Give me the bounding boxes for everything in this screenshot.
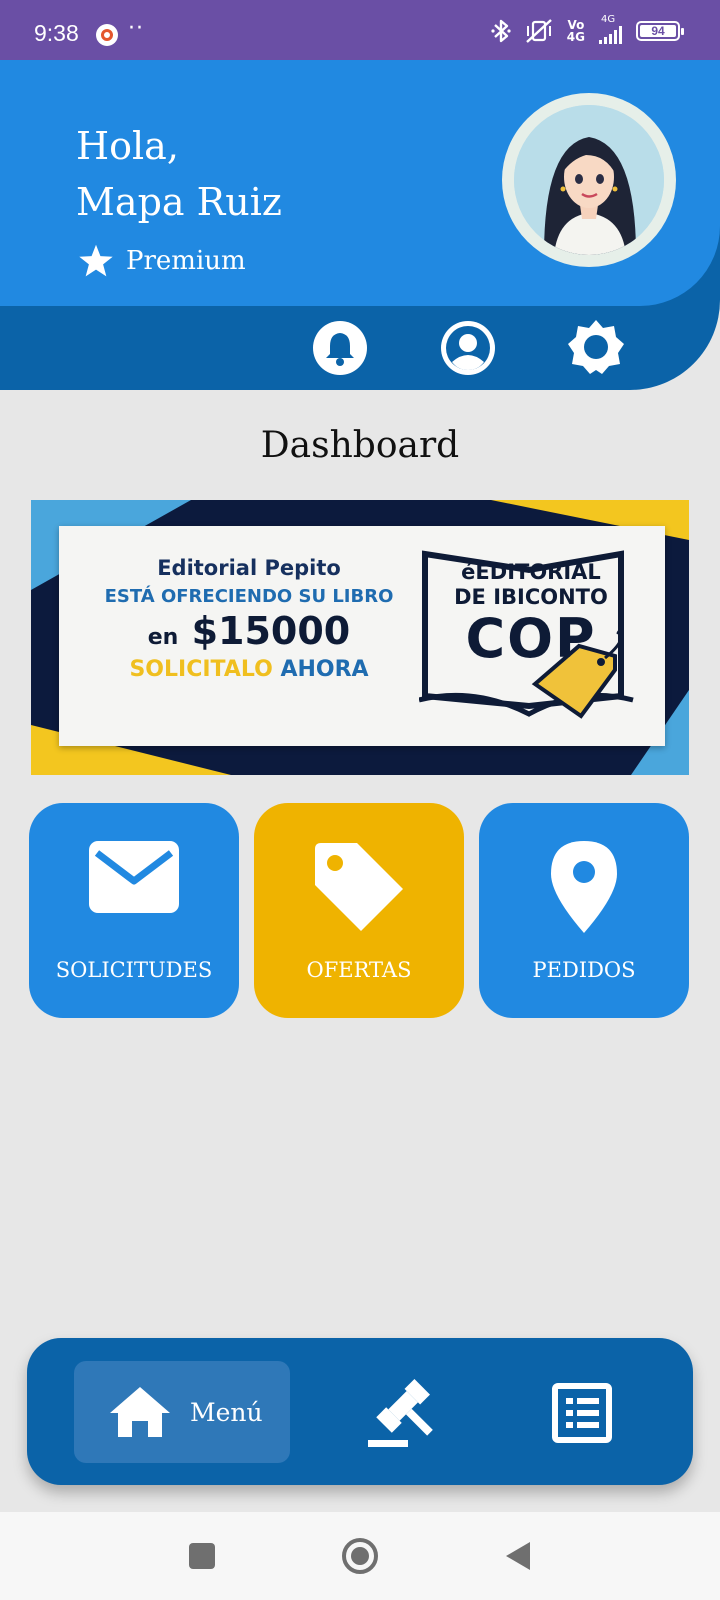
bottom-navigation: Menú bbox=[27, 1338, 693, 1485]
banner-offer: ESTÁ OFRECIENDO SU LIBRO bbox=[104, 586, 394, 607]
notification-dots: ·· bbox=[128, 16, 144, 41]
home-icon bbox=[110, 1387, 170, 1437]
banner-logo-line1: éEDITORIÁL bbox=[461, 560, 601, 584]
list-icon bbox=[552, 1383, 612, 1443]
banner-logo-line3: COP bbox=[465, 607, 597, 670]
nav-menu[interactable]: Menú bbox=[74, 1361, 290, 1463]
volte-indicator: Vo 4G bbox=[566, 18, 585, 44]
bluetooth-icon bbox=[491, 19, 511, 43]
banner-publisher: Editorial Pepito bbox=[157, 556, 341, 580]
banner-cta: SOLICITALO AHORA bbox=[129, 657, 369, 682]
profile-avatar[interactable] bbox=[502, 93, 676, 267]
avatar bbox=[514, 105, 664, 255]
user-icon bbox=[441, 321, 495, 375]
page-title: Dashboard bbox=[260, 425, 460, 466]
mute-vibrate-icon bbox=[525, 19, 552, 43]
user-name: Mapa Ruiz bbox=[76, 180, 282, 224]
status-bar: 9:38 ·· Vo 4G 4G 94 bbox=[0, 0, 720, 60]
promo-banner[interactable]: Editorial Pepito ESTÁ OFRECIENDO SU LIBR… bbox=[31, 500, 689, 775]
gavel-icon bbox=[368, 1379, 433, 1447]
premium-badge: Premium bbox=[78, 244, 246, 278]
nav-menu-label: Menú bbox=[190, 1397, 263, 1427]
tile-solicitudes[interactable]: SOLICITUDES bbox=[29, 803, 239, 1018]
banner-text: Editorial Pepito ESTÁ OFRECIENDO SU LIBR… bbox=[79, 556, 419, 682]
banner-logo: éEDITORIÁL DE IBICONTO COP bbox=[419, 546, 639, 726]
profile-button[interactable] bbox=[438, 318, 498, 378]
recent-apps-icon bbox=[189, 1543, 215, 1569]
tile-label: SOLICITUDES bbox=[55, 958, 213, 982]
tile-pedidos[interactable]: PEDIDOS bbox=[479, 803, 689, 1018]
tile-ofertas[interactable]: OFERTAS bbox=[254, 803, 464, 1018]
system-navigation-bar bbox=[0, 1512, 720, 1600]
back-icon bbox=[506, 1542, 530, 1570]
bell-icon bbox=[313, 321, 367, 375]
banner-price: en $15000 bbox=[147, 609, 351, 653]
home-circle-icon bbox=[342, 1538, 378, 1574]
premium-label: Premium bbox=[126, 246, 246, 276]
tile-label: PEDIDOS bbox=[532, 958, 636, 982]
tile-label: OFERTAS bbox=[306, 958, 412, 982]
envelope-icon bbox=[89, 841, 179, 913]
settings-button[interactable] bbox=[566, 318, 626, 378]
signal-icon: 4G bbox=[599, 14, 622, 44]
battery-icon: 94 bbox=[636, 21, 684, 41]
tag-icon bbox=[315, 843, 403, 931]
settings-icon bbox=[568, 320, 624, 374]
nav-auction[interactable] bbox=[361, 1373, 441, 1453]
banner-card: Editorial Pepito ESTÁ OFRECIENDO SU LIBR… bbox=[59, 526, 665, 746]
greeting: Hola, Mapa Ruiz bbox=[76, 118, 282, 230]
recent-apps-button[interactable] bbox=[182, 1536, 222, 1576]
screen-record-icon bbox=[96, 24, 118, 46]
notifications-button[interactable] bbox=[310, 318, 370, 378]
star-icon bbox=[79, 244, 113, 277]
nav-list[interactable] bbox=[542, 1373, 622, 1453]
status-time: 9:38 bbox=[34, 20, 79, 46]
greeting-line1: Hola, bbox=[76, 124, 179, 168]
location-pin-icon bbox=[551, 841, 617, 933]
back-button[interactable] bbox=[498, 1536, 538, 1576]
home-system-button[interactable] bbox=[340, 1536, 380, 1576]
